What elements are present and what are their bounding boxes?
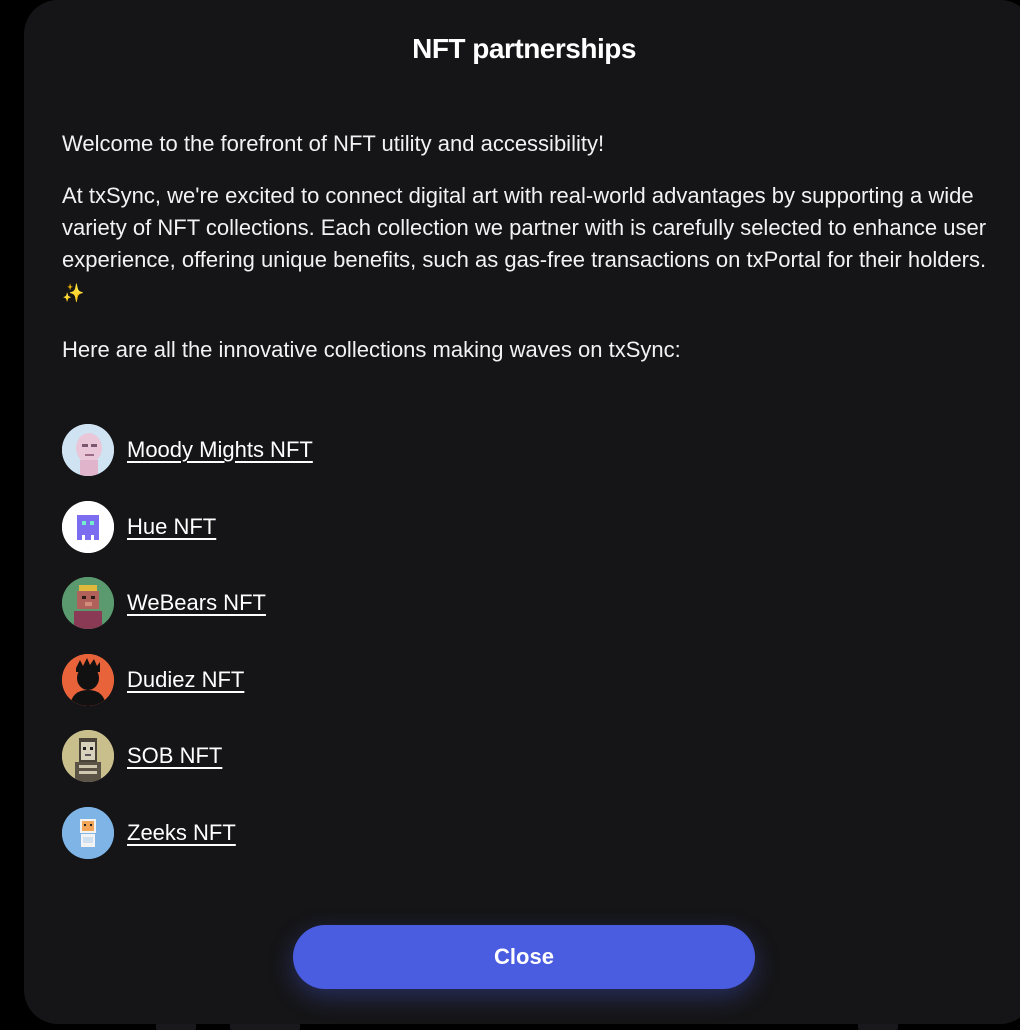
- list-item: Hue NFT: [62, 500, 662, 553]
- collection-link-webears[interactable]: WeBears NFT: [127, 590, 266, 616]
- moody-mights-avatar: [62, 424, 114, 476]
- collection-link-hue[interactable]: Hue NFT: [127, 514, 216, 540]
- dudiez-avatar: [62, 653, 114, 706]
- list-item: Zeeks NFT: [62, 806, 662, 859]
- collection-link-moody-mights[interactable]: Moody Mights NFT: [127, 437, 313, 463]
- collections-list: Moody Mights NFT Hue NFT WeBears NFT Dud…: [62, 424, 662, 884]
- sob-avatar: [62, 730, 114, 783]
- close-button[interactable]: Close: [293, 925, 755, 989]
- nft-partnerships-modal: NFT partnerships Welcome to the forefron…: [24, 0, 1020, 1024]
- collection-link-sob[interactable]: SOB NFT: [127, 743, 222, 769]
- webears-avatar: [62, 577, 114, 630]
- zeeks-avatar: [62, 806, 114, 859]
- list-item: WeBears NFT: [62, 577, 662, 630]
- list-item: Dudiez NFT: [62, 653, 662, 706]
- collections-lead-in: Here are all the innovative collections …: [62, 337, 681, 362]
- description-paragraph: At txSync, we're excited to connect digi…: [62, 180, 992, 309]
- collection-link-zeeks[interactable]: Zeeks NFT: [127, 820, 236, 846]
- modal-title: NFT partnerships: [412, 33, 636, 64]
- list-item: SOB NFT: [62, 730, 662, 783]
- collection-link-dudiez[interactable]: Dudiez NFT: [127, 667, 244, 693]
- sparkles-icon: ✨: [62, 283, 85, 303]
- list-item: Moody Mights NFT: [62, 424, 662, 476]
- modal-content: Welcome to the forefront of NFT utility …: [62, 128, 992, 386]
- hue-avatar: [62, 500, 114, 553]
- welcome-paragraph: Welcome to the forefront of NFT utility …: [62, 131, 605, 156]
- description-text: At txSync, we're excited to connect digi…: [62, 183, 987, 272]
